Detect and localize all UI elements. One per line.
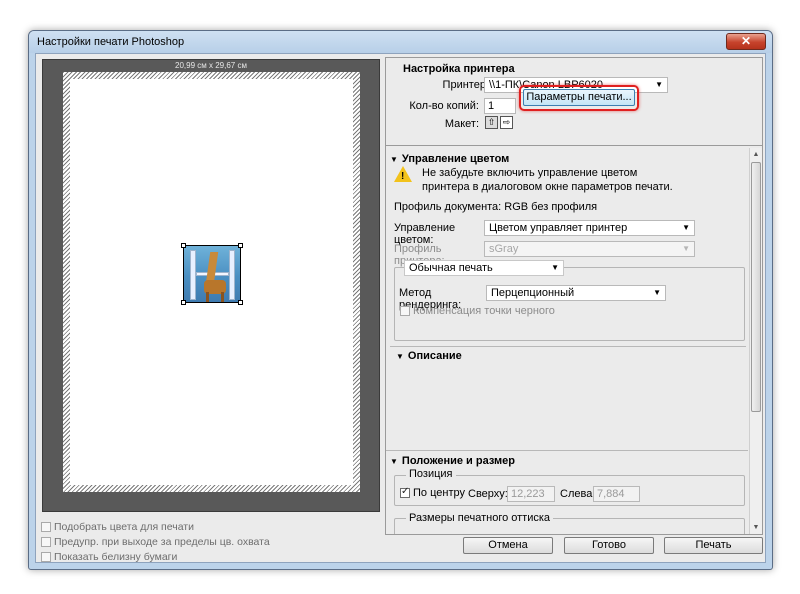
cancel-button[interactable]: Отмена — [463, 537, 553, 554]
settings-scroll-area: ▼ Управление цветом ! Не забудьте включит… — [386, 148, 762, 534]
scroll-thumb[interactable] — [751, 162, 761, 412]
checkbox[interactable] — [400, 306, 410, 316]
black-point-label: Компенсация точки черного — [413, 305, 555, 317]
black-point-option[interactable]: Компенсация точки черного — [400, 305, 555, 317]
page-dimensions: 20,99 см x 29,67 см — [175, 61, 247, 70]
preview-page — [63, 72, 360, 492]
resize-handle-top-right[interactable] — [238, 243, 243, 248]
match-print-colors-option[interactable]: Подобрать цвета для печати — [41, 520, 194, 534]
giraffe-leg — [221, 292, 224, 302]
printer-setup-section: Настройка принтера Принтер: \\1-ПК\Canon… — [386, 58, 762, 146]
print-mode-value: Обычная печать — [409, 262, 493, 274]
collapse-triangle-icon: ▼ — [396, 352, 404, 361]
color-handling-select[interactable]: Цветом управляет принтер ▼ — [484, 220, 695, 236]
description-heading[interactable]: ▼ Описание — [396, 350, 462, 362]
layout-label: Макет: — [444, 118, 479, 130]
left-input[interactable]: 7,884 — [593, 486, 640, 502]
printable-area — [70, 79, 353, 485]
window-title: Настройки печати Photoshop — [37, 36, 185, 48]
resize-handle-bottom-left[interactable] — [181, 300, 186, 305]
option-label: Показать белизну бумаги — [54, 551, 178, 563]
rendering-intent-select[interactable]: Перцепционный ▼ — [486, 285, 666, 301]
warning-text-line2: принтера в диалоговом окне параметров пе… — [422, 181, 673, 193]
print-button[interactable]: Печать — [664, 537, 763, 554]
top-label: Сверху: — [468, 488, 508, 500]
description-heading-text: Описание — [407, 350, 462, 362]
center-label: По центру — [413, 487, 465, 499]
print-preview: 20,99 см x 29,67 см — [42, 59, 380, 512]
position-group-label: Позиция — [406, 468, 456, 480]
chevron-down-icon: ▼ — [655, 80, 663, 89]
left-label: Слева: — [560, 488, 596, 500]
dialog-client: 20,99 см x 29,67 см Подобрать цвета для … — [35, 53, 766, 563]
collapse-triangle-icon: ▼ — [390, 457, 398, 466]
scroll-down-icon[interactable]: ▼ — [750, 521, 762, 534]
chevron-down-icon: ▼ — [682, 244, 690, 253]
option-label: Предупр. при выходе за пределы цв. охват… — [54, 536, 270, 548]
section-divider — [390, 346, 746, 347]
close-button[interactable]: ✕ — [726, 33, 766, 50]
rendering-intent-value: Перцепционный — [491, 287, 575, 299]
giraffe-leg — [206, 292, 209, 302]
checkbox-checked[interactable] — [400, 486, 410, 498]
print-mode-select[interactable]: Обычная печать ▼ — [404, 260, 564, 276]
close-icon: ✕ — [740, 34, 752, 48]
top-input[interactable]: 12,223 — [507, 486, 555, 502]
position-size-heading-text: Положение и размер — [401, 455, 515, 467]
portrait-icon[interactable]: ⇧ — [485, 116, 498, 129]
print-settings-window: Настройки печати Photoshop ✕ 20,99 см x … — [28, 30, 773, 570]
checkbox[interactable] — [41, 537, 51, 547]
printer-profile-value: sGray — [489, 243, 519, 255]
collapse-triangle-icon: ▼ — [390, 155, 398, 164]
image-thumbnail[interactable] — [181, 243, 243, 305]
chevron-down-icon: ▼ — [653, 288, 661, 297]
show-paper-white-option[interactable]: Показать белизну бумаги — [41, 550, 177, 564]
checkbox[interactable] — [41, 552, 51, 562]
printer-profile-select[interactable]: sGray ▼ — [484, 241, 695, 257]
warning-text-line1: Не забудьте включить управление цветом — [422, 167, 638, 179]
done-button[interactable]: Готово — [564, 537, 654, 554]
option-label: Подобрать цвета для печати — [54, 521, 194, 533]
color-management-heading-text: Управление цветом — [401, 153, 510, 165]
print-settings-button[interactable]: Параметры печати... — [523, 89, 635, 106]
gamut-warning-option[interactable]: Предупр. при выходе за пределы цв. охват… — [41, 535, 270, 549]
document-profile: Профиль документа: RGB без профиля — [394, 201, 598, 213]
center-option[interactable]: По центру — [400, 486, 465, 499]
color-management-heading[interactable]: ▼ Управление цветом — [390, 153, 509, 165]
checkbox[interactable] — [41, 522, 51, 532]
landscape-icon[interactable]: ⇨ — [500, 116, 513, 129]
color-handling-value: Цветом управляет принтер — [489, 222, 628, 234]
chevron-down-icon: ▼ — [682, 223, 690, 232]
settings-scrollbar[interactable]: ▲ ▼ — [749, 148, 762, 534]
copies-input[interactable]: 1 — [484, 98, 516, 114]
printer-label: Принтер: — [442, 79, 489, 91]
copies-label: Кол-во копий: — [409, 100, 479, 112]
warning-mark: ! — [401, 171, 405, 182]
title-bar[interactable]: Настройки печати Photoshop ✕ — [29, 31, 772, 53]
ruler-marker-right — [229, 250, 235, 300]
position-size-heading[interactable]: ▼ Положение и размер — [390, 455, 515, 467]
chevron-down-icon: ▼ — [551, 263, 559, 272]
settings-panel: Настройка принтера Принтер: \\1-ПК\Canon… — [385, 57, 763, 535]
section-divider — [386, 450, 748, 451]
printer-setup-heading: Настройка принтера — [403, 63, 515, 75]
resize-handle-bottom-right[interactable] — [238, 300, 243, 305]
scroll-up-icon[interactable]: ▲ — [750, 148, 762, 161]
resize-handle-top-left[interactable] — [181, 243, 186, 248]
print-size-group-label: Размеры печатного оттиска — [406, 512, 554, 524]
